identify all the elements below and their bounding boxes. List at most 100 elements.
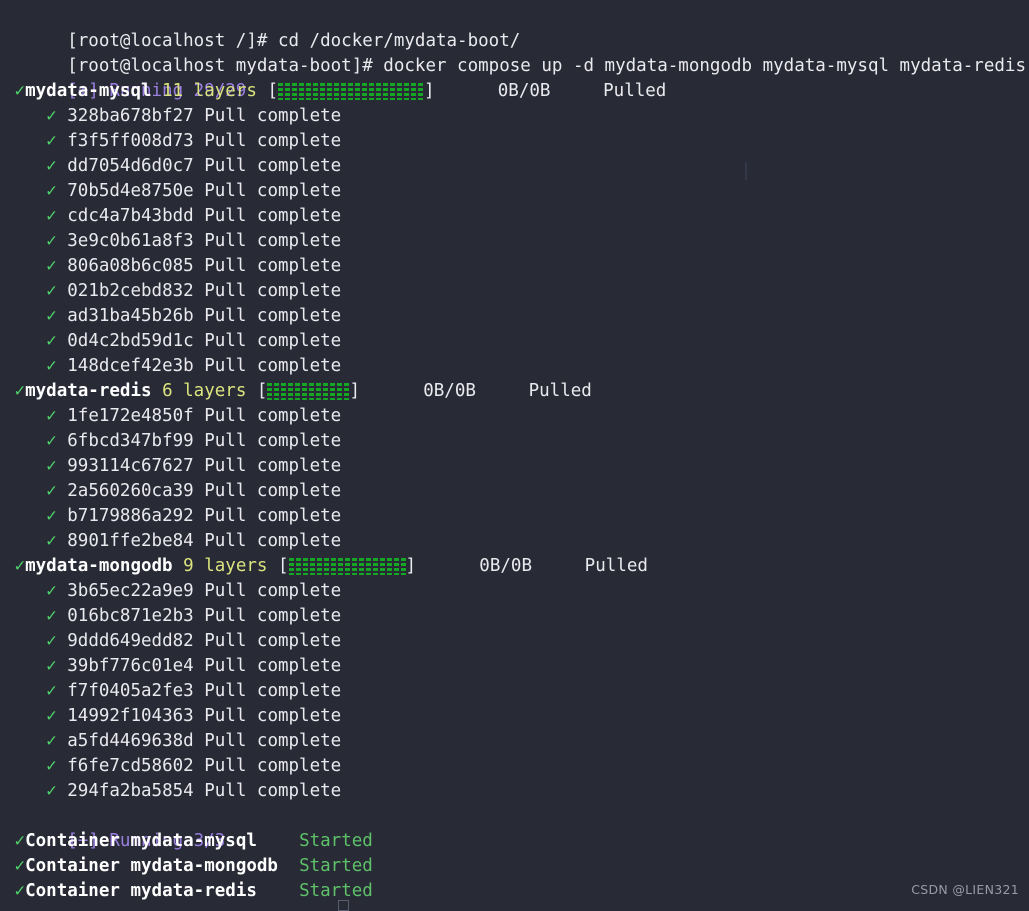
layer-status: Pull complete xyxy=(204,606,342,626)
service-size: 0B/0B xyxy=(479,556,532,576)
layer-row: ✓ f3f5ff008d73 Pull complete xyxy=(4,129,1029,154)
service-name: mydata-mongodb xyxy=(25,556,173,576)
layer-status: Pull complete xyxy=(204,181,342,201)
check-icon: ✓ xyxy=(46,431,57,451)
layer-id: b7179886a292 xyxy=(67,506,194,526)
layer-id: 9ddd649edd82 xyxy=(67,631,194,651)
service-status: Pulled xyxy=(528,381,592,401)
check-icon: ✓ xyxy=(46,506,57,526)
layer-status: Pull complete xyxy=(204,356,342,376)
layer-status: Pull complete xyxy=(204,331,342,351)
layer-row: ✓ dd7054d6d0c7 Pull complete xyxy=(4,154,1029,179)
container-row: ✓Container mydata-redis Started xyxy=(4,879,1029,904)
layer-status: Pull complete xyxy=(204,206,342,226)
container-status: Started xyxy=(299,831,373,851)
container-name: mydata-mysql xyxy=(130,831,257,851)
layer-row: ✓ b7179886a292 Pull complete xyxy=(4,504,1029,529)
progress-bar-fill xyxy=(267,383,350,400)
layer-row: ✓ 6fbcd347bf99 Pull complete xyxy=(4,429,1029,454)
check-icon: ✓ xyxy=(46,706,57,726)
check-icon: ✓ xyxy=(46,756,57,776)
check-icon: ✓ xyxy=(46,281,57,301)
layer-status: Pull complete xyxy=(204,631,342,651)
layer-row: ✓ 328ba678bf27 Pull complete xyxy=(4,104,1029,129)
shell-prompt: [root@localhost mydata-boot]# xyxy=(67,56,384,76)
command-line: [root@localhost /]# cd /docker/mydata-bo… xyxy=(4,4,1029,51)
service-name: mydata-mysql xyxy=(25,81,152,101)
service-size: 0B/0B xyxy=(423,381,476,401)
layer-status: Pull complete xyxy=(204,506,342,526)
layer-status: Pull complete xyxy=(204,156,342,176)
service-summary-row: ✓mydata-mongodb 9 layers [] 0B/0B Pulled xyxy=(4,554,1029,579)
container-status: Started xyxy=(299,856,373,876)
layer-status: Pull complete xyxy=(204,106,342,126)
layer-status: Pull complete xyxy=(204,231,342,251)
check-icon: ✓ xyxy=(46,256,57,276)
check-icon: ✓ xyxy=(46,106,57,126)
layer-id: cdc4a7b43bdd xyxy=(67,206,194,226)
layer-id: f6fe7cd58602 xyxy=(67,756,194,776)
check-icon: ✓ xyxy=(46,231,57,251)
layer-id: 14992f104363 xyxy=(67,706,194,726)
spacer: ] xyxy=(423,81,435,101)
layer-row: ✓ 39bf776c01e4 Pull complete xyxy=(4,654,1029,679)
layer-status: Pull complete xyxy=(204,756,342,776)
terminal-screen: [root@localhost /]# cd /docker/mydata-bo… xyxy=(0,0,1029,904)
layer-status: Pull complete xyxy=(204,681,342,701)
container-name: mydata-mongodb xyxy=(130,856,278,876)
check-icon: ✓ xyxy=(46,631,57,651)
layer-id: 6fbcd347bf99 xyxy=(67,431,194,451)
layer-row: ✓ a5fd4469638d Pull complete xyxy=(4,729,1029,754)
layer-row: ✓ 016bc871e2b3 Pull complete xyxy=(4,604,1029,629)
layer-id: 39bf776c01e4 xyxy=(67,656,194,676)
progress-bar xyxy=(277,83,424,100)
progress-bar-fill xyxy=(288,558,406,575)
container-name: mydata-redis xyxy=(130,881,257,901)
spacer: ] xyxy=(405,556,417,576)
layer-row: ✓ 3b65ec22a9e9 Pull complete xyxy=(4,579,1029,604)
service-status: Pulled xyxy=(603,81,667,101)
layer-row: ✓ 0d4c2bd59d1c Pull complete xyxy=(4,329,1029,354)
layer-status: Pull complete xyxy=(204,406,342,426)
progress-bar-fill xyxy=(277,83,424,100)
check-icon: ✓ xyxy=(46,181,57,201)
layer-status: Pull complete xyxy=(204,131,342,151)
layer-id: dd7054d6d0c7 xyxy=(67,156,194,176)
layer-row: ✓ f7f0405a2fe3 Pull complete xyxy=(4,679,1029,704)
layer-status: Pull complete xyxy=(204,656,342,676)
terminal-window[interactable]: [root@localhost /]# cd /docker/mydata-bo… xyxy=(0,0,1029,911)
service-name: mydata-redis xyxy=(25,381,152,401)
service-status: Pulled xyxy=(584,556,648,576)
service-summary-row: ✓mydata-redis 6 layers [] 0B/0B Pulled xyxy=(4,379,1029,404)
layer-row: ✓ 8901ffe2be84 Pull complete xyxy=(4,529,1029,554)
container-row: ✓Container mydata-mysql Started xyxy=(4,829,1029,854)
